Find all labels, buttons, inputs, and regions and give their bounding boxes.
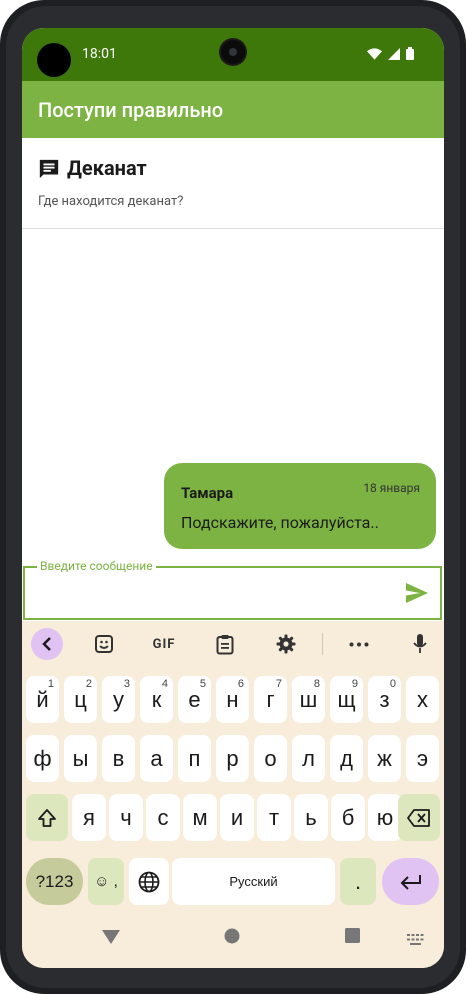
more-horizontal-icon — [349, 642, 369, 646]
keyboard-icon — [407, 934, 424, 945]
nav-back[interactable] — [102, 929, 120, 948]
voice-input-button[interactable] — [400, 621, 440, 667]
more-options-button[interactable] — [339, 621, 379, 667]
wifi-icon — [367, 47, 382, 60]
key[interactable]: а — [140, 735, 173, 782]
key[interactable]: ю — [368, 794, 402, 841]
key[interactable]: ш8 — [292, 676, 325, 723]
gif-button[interactable]: GIF — [144, 621, 184, 667]
key[interactable]: м — [183, 794, 217, 841]
recents-square-icon — [345, 928, 360, 943]
key[interactable]: х — [406, 676, 439, 723]
language-key[interactable] — [129, 858, 169, 905]
topic-header: Деканат Где находится деканат? — [22, 138, 444, 229]
key[interactable]: в — [102, 735, 135, 782]
key[interactable]: й1 — [26, 676, 59, 723]
message-input[interactable]: Введите сообщение — [23, 559, 442, 620]
keyboard-switch-button[interactable] — [407, 930, 424, 949]
enter-icon — [400, 874, 421, 890]
backspace-icon — [407, 808, 430, 827]
period-key[interactable]: . — [340, 858, 376, 905]
clipboard-icon — [216, 634, 234, 654]
key[interactable]: з0 — [368, 676, 401, 723]
battery-icon — [406, 47, 414, 60]
key[interactable]: ы — [64, 735, 97, 782]
microphone-icon — [413, 634, 427, 653]
message-bubble[interactable]: Тамара 18 января Подскажите, пожалуйста.… — [164, 463, 436, 549]
emoji-comma-key[interactable]: ☺ , — [88, 858, 124, 905]
globe-icon — [138, 871, 160, 892]
topic-title: Деканат — [67, 156, 147, 180]
key[interactable]: ф — [26, 735, 59, 782]
key[interactable]: г7 — [254, 676, 287, 723]
key[interactable]: я — [72, 794, 106, 841]
key[interactable]: д — [330, 735, 363, 782]
key[interactable]: ж — [368, 735, 401, 782]
message-text: Подскажите, пожалуйста.. — [181, 513, 379, 532]
app-title: Поступи правильно — [38, 98, 224, 122]
key[interactable]: и — [220, 794, 254, 841]
gear-icon — [276, 634, 296, 654]
chat-icon — [39, 159, 59, 179]
key[interactable]: щ9 — [330, 676, 363, 723]
keyboard: GIF й1 ц2 у3 к4 е 5 н 6 г 7 ш 8 щ 9 з 0 … — [22, 621, 444, 968]
key[interactable]: е5 — [178, 676, 211, 723]
key[interactable]: ь — [294, 794, 328, 841]
key[interactable]: у3 — [102, 676, 135, 723]
topic-subtitle: Где находится деканат? — [38, 194, 184, 209]
key[interactable]: э — [406, 735, 439, 782]
toolbar-divider — [322, 633, 323, 655]
message-input-label: Введите сообщение — [37, 559, 156, 573]
key[interactable]: ч — [109, 794, 143, 841]
sticker-button[interactable] — [84, 621, 124, 667]
status-time: 18:01 — [82, 46, 117, 62]
shift-key[interactable] — [26, 794, 68, 841]
space-key[interactable]: Русский — [172, 858, 335, 905]
status-icons — [367, 47, 414, 60]
enter-key[interactable] — [382, 858, 439, 905]
camera-cutout — [221, 40, 245, 64]
key[interactable]: л — [292, 735, 325, 782]
key[interactable]: о — [254, 735, 287, 782]
nav-home[interactable] — [224, 928, 240, 948]
key[interactable]: к4 — [140, 676, 173, 723]
settings-button[interactable] — [266, 621, 306, 667]
keyboard-collapse-button[interactable] — [27, 621, 67, 667]
message-author: Тамара — [181, 484, 234, 502]
key[interactable]: р — [216, 735, 249, 782]
key[interactable]: п — [178, 735, 211, 782]
key[interactable]: н6 — [216, 676, 249, 723]
home-circle-icon — [224, 928, 240, 944]
key[interactable]: ц2 — [64, 676, 97, 723]
chevron-left-icon — [42, 637, 51, 651]
backspace-key[interactable] — [398, 794, 440, 841]
signal-icon — [388, 47, 400, 60]
screen: 18:01 Поступи правильно Деканат Где нахо… — [22, 28, 444, 968]
send-icon[interactable] — [406, 583, 428, 603]
nav-recents[interactable] — [345, 928, 360, 947]
key[interactable]: т — [257, 794, 291, 841]
back-triangle-icon — [102, 930, 120, 944]
key[interactable]: с — [146, 794, 180, 841]
app-bar: Поступи правильно — [22, 81, 444, 138]
status-bar: 18:01 — [22, 28, 444, 81]
sticker-icon — [95, 635, 113, 653]
shift-icon — [38, 808, 56, 827]
front-camera-dot — [37, 43, 71, 77]
symbols-key[interactable]: ?123 — [26, 858, 83, 905]
clipboard-button[interactable] — [205, 621, 245, 667]
message-date: 18 января — [363, 481, 420, 495]
key[interactable]: б — [331, 794, 365, 841]
